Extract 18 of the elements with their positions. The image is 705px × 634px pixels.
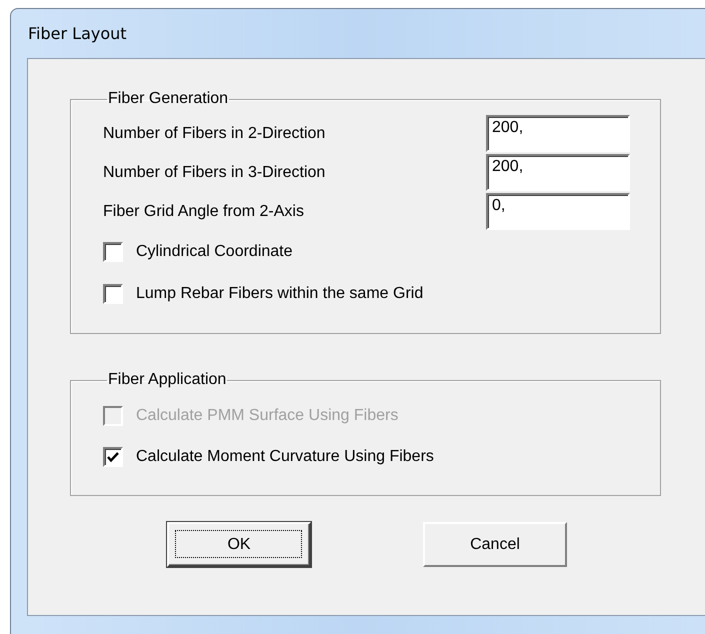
dialog-button[interactable]: OK (167, 522, 311, 567)
field-label: Fiber Grid Angle from 2-Axis (103, 202, 304, 220)
dialog-button[interactable]: Cancel (423, 522, 567, 567)
group-title: Fiber Generation (107, 90, 230, 108)
window-title: Fiber Layout (28, 24, 127, 43)
checkbox-label[interactable]: Lump Rebar Fibers within the same Grid (136, 285, 424, 303)
checkbox[interactable] (103, 242, 123, 262)
input-field[interactable]: 0, (486, 193, 630, 230)
checkbox[interactable] (103, 284, 123, 304)
input-field[interactable]: 200, (486, 115, 630, 152)
checkbox-label[interactable]: Calculate Moment Curvature Using Fibers (136, 448, 434, 466)
field-label: Number of Fibers in 3-Direction (103, 164, 326, 182)
checkbox[interactable] (103, 447, 123, 467)
input-field[interactable]: 200, (486, 154, 630, 191)
group-title: Fiber Application (107, 371, 228, 389)
checkbox-label[interactable]: Cylindrical Coordinate (136, 243, 293, 261)
field-label: Number of Fibers in 2-Direction (103, 124, 326, 142)
checkmark-icon (107, 451, 119, 463)
